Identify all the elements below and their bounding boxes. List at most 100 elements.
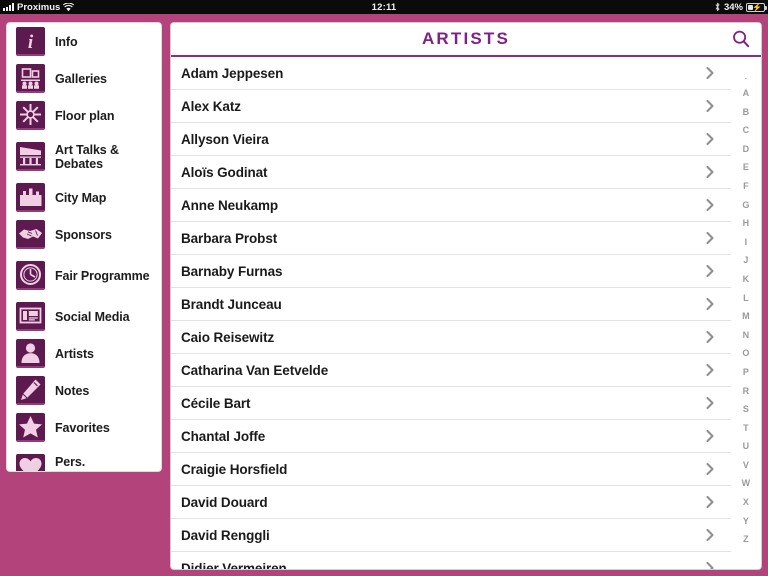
index-letter[interactable]: M <box>742 307 750 326</box>
artist-name: Chantal Joffe <box>181 428 266 444</box>
index-letter[interactable]: L <box>743 289 749 308</box>
artist-name: Anne Neukamp <box>181 197 279 213</box>
battery-charging-icon: ⚡ <box>746 2 767 12</box>
chevron-right-icon <box>705 165 715 179</box>
sidebar-item-label: Floor plan <box>55 108 115 123</box>
artist-row[interactable]: Craigie Horsfield <box>171 453 731 486</box>
chevron-right-icon <box>705 132 715 146</box>
heart-icon <box>16 454 45 471</box>
index-letter[interactable]: N <box>743 326 750 345</box>
battery-percent-label: 34% <box>723 1 743 13</box>
artist-row[interactable]: Anne Neukamp <box>171 189 731 222</box>
chevron-right-icon <box>705 561 715 569</box>
index-letter[interactable]: U <box>743 437 750 456</box>
artist-name: Barbara Probst <box>181 230 278 246</box>
artist-row[interactable]: Caio Reisewitz <box>171 321 731 354</box>
sidebar-item-info[interactable]: i Info <box>7 23 161 60</box>
index-letter[interactable]: E <box>743 158 749 177</box>
artist-row[interactable]: Didier Vermeiren <box>171 552 731 569</box>
status-bar: Proximus 12:11 34% ⚡ <box>0 0 768 14</box>
sidebar-item-art-talks-debates[interactable]: Art Talks & Debates <box>7 134 161 179</box>
sidebar-item-label: Favorites <box>55 420 110 435</box>
newspaper-icon <box>16 302 45 331</box>
sidebar-item-artists[interactable]: Artists <box>7 335 161 372</box>
index-letter[interactable]: T <box>743 419 749 438</box>
artist-row[interactable]: Chantal Joffe <box>171 420 731 453</box>
sidebar-item-label: Artists <box>55 346 94 361</box>
clock-icon <box>16 261 45 290</box>
star-icon <box>16 413 45 442</box>
index-letter[interactable]: S <box>743 400 749 419</box>
chevron-right-icon <box>705 429 715 443</box>
artist-name: David Douard <box>181 494 268 510</box>
index-letter[interactable]: H <box>743 214 750 233</box>
artist-name: Craigie Horsfield <box>181 461 288 477</box>
index-letter[interactable]: J <box>743 251 748 270</box>
artist-row[interactable]: Aloïs Godinat <box>171 156 731 189</box>
sidebar-item-label: Sponsors <box>55 227 112 242</box>
artist-row[interactable]: David Renggli <box>171 519 731 552</box>
page-title: ARTISTS <box>421 29 511 48</box>
index-letter[interactable]: C <box>743 121 750 140</box>
index-letter[interactable]: A <box>743 84 750 103</box>
index-letter[interactable]: I <box>745 233 748 252</box>
sidebar-item-fair-programme[interactable]: Fair Programme <box>7 253 161 298</box>
artist-name: Catharina Van Eetvelde <box>181 362 329 378</box>
artist-name: Alex Katz <box>181 98 241 114</box>
artist-name: Caio Reisewitz <box>181 329 275 345</box>
sidebar-item-notes[interactable]: Notes <box>7 372 161 409</box>
artist-row[interactable]: Barnaby Furnas <box>171 255 731 288</box>
artist-row[interactable]: Barbara Probst <box>171 222 731 255</box>
search-icon[interactable] <box>729 27 753 51</box>
chevron-right-icon <box>705 528 715 542</box>
index-letter[interactable]: B <box>743 103 750 122</box>
artist-row[interactable]: Allyson Vieira <box>171 123 731 156</box>
index-letter[interactable]: Z <box>743 530 749 549</box>
artist-row[interactable]: Alex Katz <box>171 90 731 123</box>
index-letter[interactable]: D <box>743 140 750 159</box>
artist-row[interactable]: Brandt Junceau <box>171 288 731 321</box>
index-letter[interactable]: K <box>743 270 750 289</box>
alphabet-index-bar[interactable]: · ABCDEFGHIJKLMNOPRSTUVWXYZ <box>731 57 761 569</box>
index-letter[interactable]: V <box>743 456 749 475</box>
pencil-icon <box>16 376 45 405</box>
artists-list[interactable]: Adam Jeppesen Alex Katz Allyson Vieira Aloï… <box>171 57 731 569</box>
sidebar-item-label: Notes <box>55 383 90 398</box>
sidebar-item-city-map[interactable]: City Map <box>7 179 161 216</box>
artist-row[interactable]: Adam Jeppesen <box>171 57 731 90</box>
handshake-icon <box>16 220 45 249</box>
sidebar-item-label: Galleries <box>55 71 107 86</box>
chevron-right-icon <box>705 297 715 311</box>
index-letter[interactable]: P <box>743 363 749 382</box>
artist-row[interactable]: David Douard <box>171 486 731 519</box>
sidebar-item-favorites[interactable]: Favorites <box>7 409 161 446</box>
sidebar-item-pers-programme[interactable]: Pers. Programme <box>7 446 161 471</box>
chevron-right-icon <box>705 264 715 278</box>
sidebar-item-social-media[interactable]: Social Media <box>7 298 161 335</box>
index-letter[interactable]: O <box>742 344 749 363</box>
artists-list-area: Adam Jeppesen Alex Katz Allyson Vieira Aloï… <box>171 57 761 569</box>
artist-name: Aloïs Godinat <box>181 164 268 180</box>
index-letter[interactable]: X <box>743 493 749 512</box>
artist-row[interactable]: Cécile Bart <box>171 387 731 420</box>
info-icon: i <box>16 27 45 56</box>
index-letter[interactable]: R <box>743 382 750 401</box>
sidebar-item-floor-plan[interactable]: Floor plan <box>7 97 161 134</box>
chevron-right-icon <box>705 99 715 113</box>
artist-name: Allyson Vieira <box>181 131 269 147</box>
bluetooth-icon <box>714 2 721 12</box>
index-marker[interactable]: · <box>745 76 747 84</box>
panel-header: ARTISTS <box>171 23 761 57</box>
artist-name: David Renggli <box>181 527 270 543</box>
index-letter[interactable]: Y <box>743 512 749 531</box>
chevron-right-icon <box>705 198 715 212</box>
sidebar-item-label: Fair Programme <box>55 268 150 283</box>
artist-row[interactable]: Catharina Van Eetvelde <box>171 354 731 387</box>
artist-name: Didier Vermeiren <box>181 560 287 570</box>
sidebar-item-galleries[interactable]: Galleries <box>7 60 161 97</box>
sidebar-item-sponsors[interactable]: Sponsors <box>7 216 161 253</box>
chevron-right-icon <box>705 462 715 476</box>
index-letter[interactable]: F <box>743 177 749 196</box>
index-letter[interactable]: G <box>742 196 749 215</box>
index-letter[interactable]: W <box>742 474 751 493</box>
